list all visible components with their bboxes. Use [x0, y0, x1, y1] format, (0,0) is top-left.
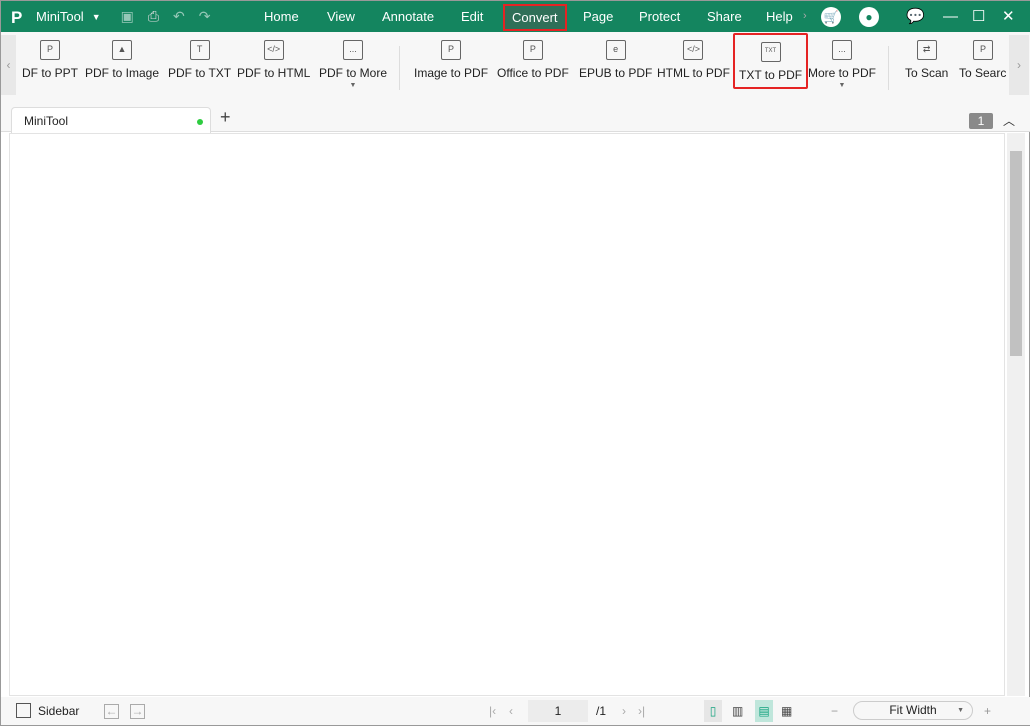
save-icon[interactable]: ▣: [121, 8, 134, 25]
scrollbar-thumb[interactable]: [1010, 151, 1022, 356]
label: Image to PDF: [414, 66, 489, 80]
undo-icon[interactable]: ↶: [173, 8, 185, 25]
pdf-to-image-button[interactable]: ▲ PDF to Image: [85, 40, 159, 80]
print-icon[interactable]: ⎙: [148, 8, 159, 25]
more-to-pdf-icon: ...: [832, 40, 852, 60]
vertical-scrollbar[interactable]: [1007, 133, 1025, 696]
to-search-icon: P: [973, 40, 993, 60]
divider: [399, 46, 400, 90]
redo-icon[interactable]: ↷: [199, 8, 211, 25]
user-avatar-icon[interactable]: ●: [859, 7, 879, 27]
label: Office to PDF: [497, 66, 569, 80]
forward-icon[interactable]: →: [130, 704, 145, 719]
office-to-pdf-button[interactable]: P Office to PDF: [497, 40, 569, 80]
chevron-right-icon[interactable]: ›: [803, 1, 807, 32]
page-number-input[interactable]: 1: [528, 700, 588, 722]
txt-to-pdf-icon: TXT: [760, 42, 781, 62]
html-to-pdf-button[interactable]: </> HTML to PDF: [657, 40, 730, 80]
to-search-button[interactable]: P To Search: [959, 40, 1007, 80]
divider: [888, 46, 889, 90]
menu-protect[interactable]: Protect: [639, 1, 680, 32]
document-tabs: MiniTool + 1 ︿: [1, 104, 1030, 133]
chevron-down-icon: ▼: [957, 707, 964, 714]
two-page-view-icon[interactable]: ▥: [732, 704, 743, 718]
app-logo: P: [11, 7, 23, 27]
label: EPUB to PDF: [579, 66, 653, 80]
continuous-view-icon[interactable]: ▤: [755, 700, 773, 722]
pdf-to-image-icon: ▲: [112, 40, 133, 60]
next-page-icon[interactable]: ›: [622, 704, 626, 718]
pdf-to-txt-button[interactable]: T PDF to TXT: [168, 40, 231, 80]
image-to-pdf-button[interactable]: P Image to PDF: [414, 40, 488, 80]
collapse-ribbon-icon[interactable]: ︿: [1003, 112, 1015, 129]
cart-icon[interactable]: 🛒: [821, 7, 841, 27]
html-to-pdf-icon: </>: [683, 40, 704, 60]
menu-page[interactable]: Page: [583, 1, 613, 32]
to-scan-icon: ⇄: [916, 40, 937, 60]
label: PDF to Image: [85, 66, 160, 80]
menu-view[interactable]: View: [327, 1, 355, 32]
pdf-to-more-button[interactable]: ... PDF to More ▼: [319, 40, 387, 89]
label: TXT to PDF: [739, 68, 803, 82]
more-to-pdf-button[interactable]: ... More to PDF ▼: [808, 40, 876, 89]
menu-convert[interactable]: Convert: [503, 4, 567, 31]
scroll-left-icon[interactable]: ‹: [1, 35, 16, 95]
epub-to-pdf-button[interactable]: e EPUB to PDF: [579, 40, 652, 80]
pdf-to-more-icon: ...: [343, 40, 363, 60]
zoom-out-icon[interactable]: −: [831, 704, 838, 718]
pdf-to-ppt-icon: P: [40, 40, 60, 60]
back-icon[interactable]: ←: [104, 704, 119, 719]
menu-help[interactable]: Help: [766, 1, 793, 32]
label: DF to PPT: [22, 66, 79, 80]
scroll-right-icon[interactable]: ›: [1009, 35, 1029, 95]
image-to-pdf-icon: P: [441, 40, 462, 60]
to-scan-button[interactable]: ⇄ To Scan: [905, 40, 948, 80]
pdf-to-ppt-button[interactable]: P DF to PPT: [22, 40, 78, 80]
office-to-pdf-icon: P: [522, 40, 543, 60]
app-name[interactable]: MiniTool: [36, 9, 84, 24]
document-page: [9, 133, 1005, 696]
sidebar-icon[interactable]: [16, 703, 31, 718]
label: More to PDF: [808, 66, 877, 80]
minimize-icon[interactable]: —: [943, 1, 958, 32]
label: HTML to PDF: [657, 66, 730, 80]
sidebar-toggle[interactable]: Sidebar: [38, 704, 79, 718]
pdf-to-html-button[interactable]: </> PDF to HTML: [237, 40, 310, 80]
pdf-to-html-icon: </>: [263, 40, 284, 60]
label: To Scan: [905, 66, 949, 80]
label: To Search: [959, 66, 1007, 80]
chevron-down-icon[interactable]: ▼: [92, 12, 101, 22]
prev-page-icon[interactable]: ‹: [509, 704, 513, 718]
menu-share[interactable]: Share: [707, 1, 742, 32]
tab-minitool[interactable]: MiniTool: [11, 107, 211, 133]
zoom-select[interactable]: Fit Width ▼: [853, 701, 973, 720]
label: PDF to HTML: [237, 66, 311, 80]
grid-view-icon[interactable]: ▦: [781, 704, 792, 718]
zoom-in-icon[interactable]: +: [984, 704, 991, 718]
dropdown-icon: ▼: [349, 82, 357, 89]
zoom-value: Fit Width: [889, 703, 937, 717]
close-icon[interactable]: ✕: [1002, 1, 1015, 32]
maximize-icon[interactable]: ☐: [972, 1, 985, 32]
tab-label: MiniTool: [24, 114, 69, 128]
label: PDF to More: [319, 66, 388, 80]
label: PDF to TXT: [168, 66, 232, 80]
add-tab-icon[interactable]: +: [220, 107, 231, 128]
last-page-icon[interactable]: ›|: [638, 704, 645, 718]
menu-annotate[interactable]: Annotate: [382, 1, 434, 32]
first-page-icon[interactable]: |‹: [489, 704, 496, 718]
menu-edit[interactable]: Edit: [461, 1, 483, 32]
unsaved-indicator: [197, 119, 203, 125]
menu-home[interactable]: Home: [264, 1, 299, 32]
pdf-to-txt-icon: T: [189, 40, 210, 60]
tab-count-badge: 1: [969, 113, 993, 129]
single-page-view-icon[interactable]: ▯: [704, 700, 722, 722]
status-bar: Sidebar ← → |‹ ‹ 1 /1 › ›| ▯ ▥ ▤ ▦ − Fit…: [1, 697, 1030, 725]
feedback-icon[interactable]: 💬: [906, 1, 925, 32]
epub-to-pdf-icon: e: [605, 40, 626, 60]
page-total: /1: [596, 704, 607, 718]
dropdown-icon: ▼: [838, 82, 846, 89]
convert-ribbon: ‹ P DF to PPT ▲ PDF to Image T PDF to TXT <…: [1, 32, 1030, 104]
txt-to-pdf-button[interactable]: TXT TXT to PDF: [733, 33, 809, 89]
